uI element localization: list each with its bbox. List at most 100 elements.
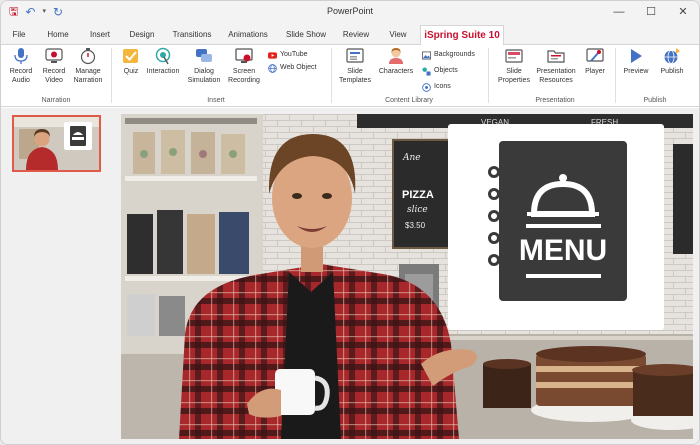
presentation-resources-label-2: Resources: [539, 77, 573, 84]
publish-globe-icon: [664, 48, 680, 64]
manage-narration-button[interactable]: Manage Narration: [71, 47, 105, 85]
record-audio-label-2: Audio: [12, 77, 30, 84]
stopwatch-icon: [80, 48, 96, 65]
icons-library-icon: [422, 82, 431, 92]
youtube-icon: [268, 51, 277, 59]
slide-templates-label-2: Templates: [339, 77, 371, 84]
record-video-label-2: Video: [45, 77, 63, 84]
dialog-simulation-button[interactable]: Dialog Simulation: [185, 47, 223, 85]
screen-record-icon: [235, 48, 253, 63]
screen-recording-label: Screen: [232, 68, 256, 75]
interaction-icon: [155, 47, 171, 65]
chalkboard-price-text: $3.50: [405, 221, 426, 230]
group-label-insert: Insert: [207, 97, 225, 104]
group-separator: [488, 48, 489, 103]
tab-design[interactable]: Design: [126, 27, 158, 45]
preview-label: Preview: [623, 68, 649, 75]
interaction-button[interactable]: Interaction: [143, 47, 183, 76]
play-icon: [631, 49, 642, 63]
record-video-button[interactable]: Record Video: [39, 47, 69, 85]
workspace: VEGAN FRESH Ane PIZZA slice $3.50 MENU: [1, 108, 699, 444]
group-separator: [111, 48, 112, 103]
powerpoint-window: 🖫 ↶ ▾ ↻ PowerPoint — ☐ ✕ File Home Inser…: [0, 0, 700, 445]
tab-home[interactable]: Home: [43, 27, 73, 45]
group-label-presentation: Presentation: [535, 97, 575, 104]
dialog-simulation-label-2: Simulation: [187, 77, 221, 84]
slide-properties-label-2: Properties: [498, 77, 530, 84]
image-icon: [422, 50, 431, 60]
character-icon: [389, 48, 403, 64]
presentation-resources-button[interactable]: Presentation Resources: [533, 47, 579, 85]
preview-button[interactable]: Preview: [621, 47, 651, 76]
menu-word: MENU: [519, 234, 607, 267]
manage-narration-label: Manage: [75, 68, 101, 75]
chalkboard-top-text: Ane: [402, 153, 421, 163]
objects-label: Objects: [434, 67, 458, 74]
close-button[interactable]: ✕: [667, 1, 699, 25]
tab-ispring-suite[interactable]: iSpring Suite 10: [420, 25, 504, 46]
interaction-label: Interaction: [146, 68, 180, 75]
backgrounds-label: Backgrounds: [434, 51, 475, 58]
slide-canvas[interactable]: VEGAN FRESH Ane PIZZA slice $3.50 MENU: [121, 114, 693, 439]
quiz-icon: [123, 49, 138, 63]
chat-bubbles-icon: [196, 49, 212, 62]
objects-button[interactable]: Objects: [422, 66, 458, 76]
player-settings-icon: [586, 48, 604, 62]
tab-view[interactable]: View: [385, 27, 411, 45]
tab-file[interactable]: File: [5, 27, 33, 45]
ribbon-tabs: File Home Insert Design Transitions Anim…: [1, 25, 699, 46]
window-controls: — ☐ ✕: [603, 1, 699, 25]
web-object-button[interactable]: Web Object: [268, 63, 316, 73]
record-audio-button[interactable]: Record Audio: [5, 47, 37, 85]
quiz-button[interactable]: Quiz: [119, 47, 143, 76]
slide-thumbnail[interactable]: [12, 115, 101, 172]
tab-animations[interactable]: Animations: [225, 27, 271, 45]
quiz-label: Quiz: [123, 68, 139, 75]
publish-button[interactable]: Publish: [657, 47, 687, 76]
chalkboard-main-text: PIZZA: [402, 189, 434, 201]
maximize-button[interactable]: ☐: [635, 1, 667, 25]
backgrounds-button[interactable]: Backgrounds: [422, 50, 475, 60]
screen-recording-label-2: Recording: [228, 77, 260, 84]
characters-label: Characters: [378, 68, 414, 75]
record-audio-label: Record: [9, 68, 33, 75]
manage-narration-label-2: Narration: [73, 77, 103, 84]
shapes-icon: [422, 66, 431, 76]
tab-review[interactable]: Review: [339, 27, 373, 45]
group-label-publish: Publish: [643, 97, 667, 104]
group-separator: [615, 48, 616, 103]
folder-icon: [547, 50, 565, 63]
slide-properties-icon: [505, 49, 523, 63]
slide-template-icon: [346, 48, 364, 63]
web-object-label: Web Object: [280, 64, 317, 71]
record-video-label: Record: [42, 68, 66, 75]
tab-transitions[interactable]: Transitions: [169, 27, 215, 45]
title-bar: 🖫 ↶ ▾ ↻ PowerPoint — ☐ ✕: [1, 1, 699, 25]
group-label-content-library: Content Library: [385, 97, 433, 104]
player-button[interactable]: Player: [581, 47, 609, 76]
group-label-narration: Narration: [41, 97, 71, 104]
slide-thumbnail-preview: [14, 117, 99, 170]
group-separator: [331, 48, 332, 103]
microphone-icon: [14, 48, 28, 64]
presentation-resources-label: Presentation: [536, 68, 576, 75]
chalkboard-sub-text: slice: [407, 205, 428, 215]
webcam-icon: [45, 48, 63, 63]
app-title: PowerPoint: [326, 6, 374, 16]
tab-insert[interactable]: Insert: [85, 27, 115, 45]
youtube-button[interactable]: YouTube: [268, 50, 308, 60]
player-label: Player: [585, 68, 605, 75]
icons-label: Icons: [434, 83, 451, 90]
ribbon: Record Audio Record Video Manage Narrati…: [1, 45, 699, 107]
tab-slide-show[interactable]: Slide Show: [285, 27, 327, 45]
youtube-label: YouTube: [280, 51, 308, 58]
globe-icon: [268, 63, 277, 73]
screen-recording-button[interactable]: Screen Recording: [225, 47, 263, 85]
minimize-button[interactable]: —: [603, 1, 635, 25]
slide-properties-label: Slide: [506, 68, 522, 75]
icons-button[interactable]: Icons: [422, 82, 451, 92]
slide-photo: VEGAN FRESH Ane PIZZA slice $3.50 MENU: [121, 114, 693, 439]
characters-button[interactable]: Characters: [377, 47, 415, 76]
slide-templates-button[interactable]: Slide Templates: [337, 47, 373, 85]
slide-properties-button[interactable]: Slide Properties: [495, 47, 533, 85]
